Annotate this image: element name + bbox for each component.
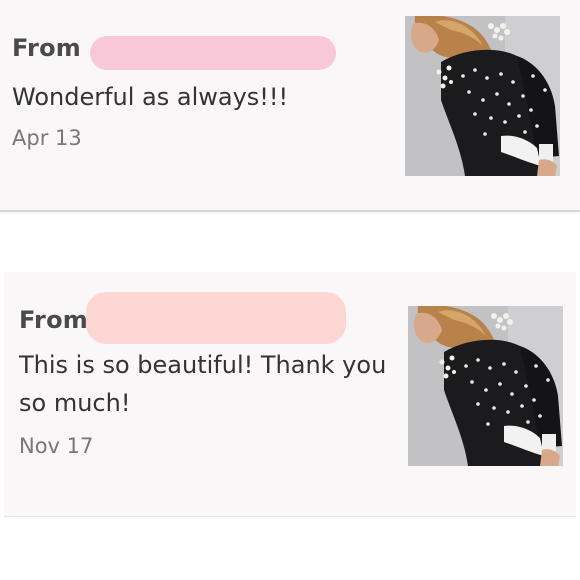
review-date: Nov 17 [19, 434, 94, 458]
review-text: This is so beautiful! Thank you so much! [19, 351, 387, 417]
review-date: Apr 13 [12, 126, 82, 150]
review-text: Wonderful as always!!! [12, 83, 289, 111]
listing-thumbnail[interactable] [408, 306, 563, 466]
username-redaction [90, 36, 336, 70]
review-card[interactable]: From Wonderful as always!!! Apr 13 [0, 0, 580, 212]
listing-thumbnail[interactable] [405, 16, 560, 176]
from-label: From [12, 34, 81, 62]
review-card[interactable]: From This is so beautiful! Thank you so … [4, 272, 576, 517]
review-from-line: From [19, 306, 88, 334]
reviews-page: From Wonderful as always!!! Apr 13 From … [0, 0, 580, 580]
sweater-photo-icon [408, 306, 563, 466]
username-redaction [86, 292, 346, 344]
from-label: From [19, 306, 88, 334]
sweater-photo-icon [405, 16, 560, 176]
review-from-line: From [12, 34, 81, 62]
